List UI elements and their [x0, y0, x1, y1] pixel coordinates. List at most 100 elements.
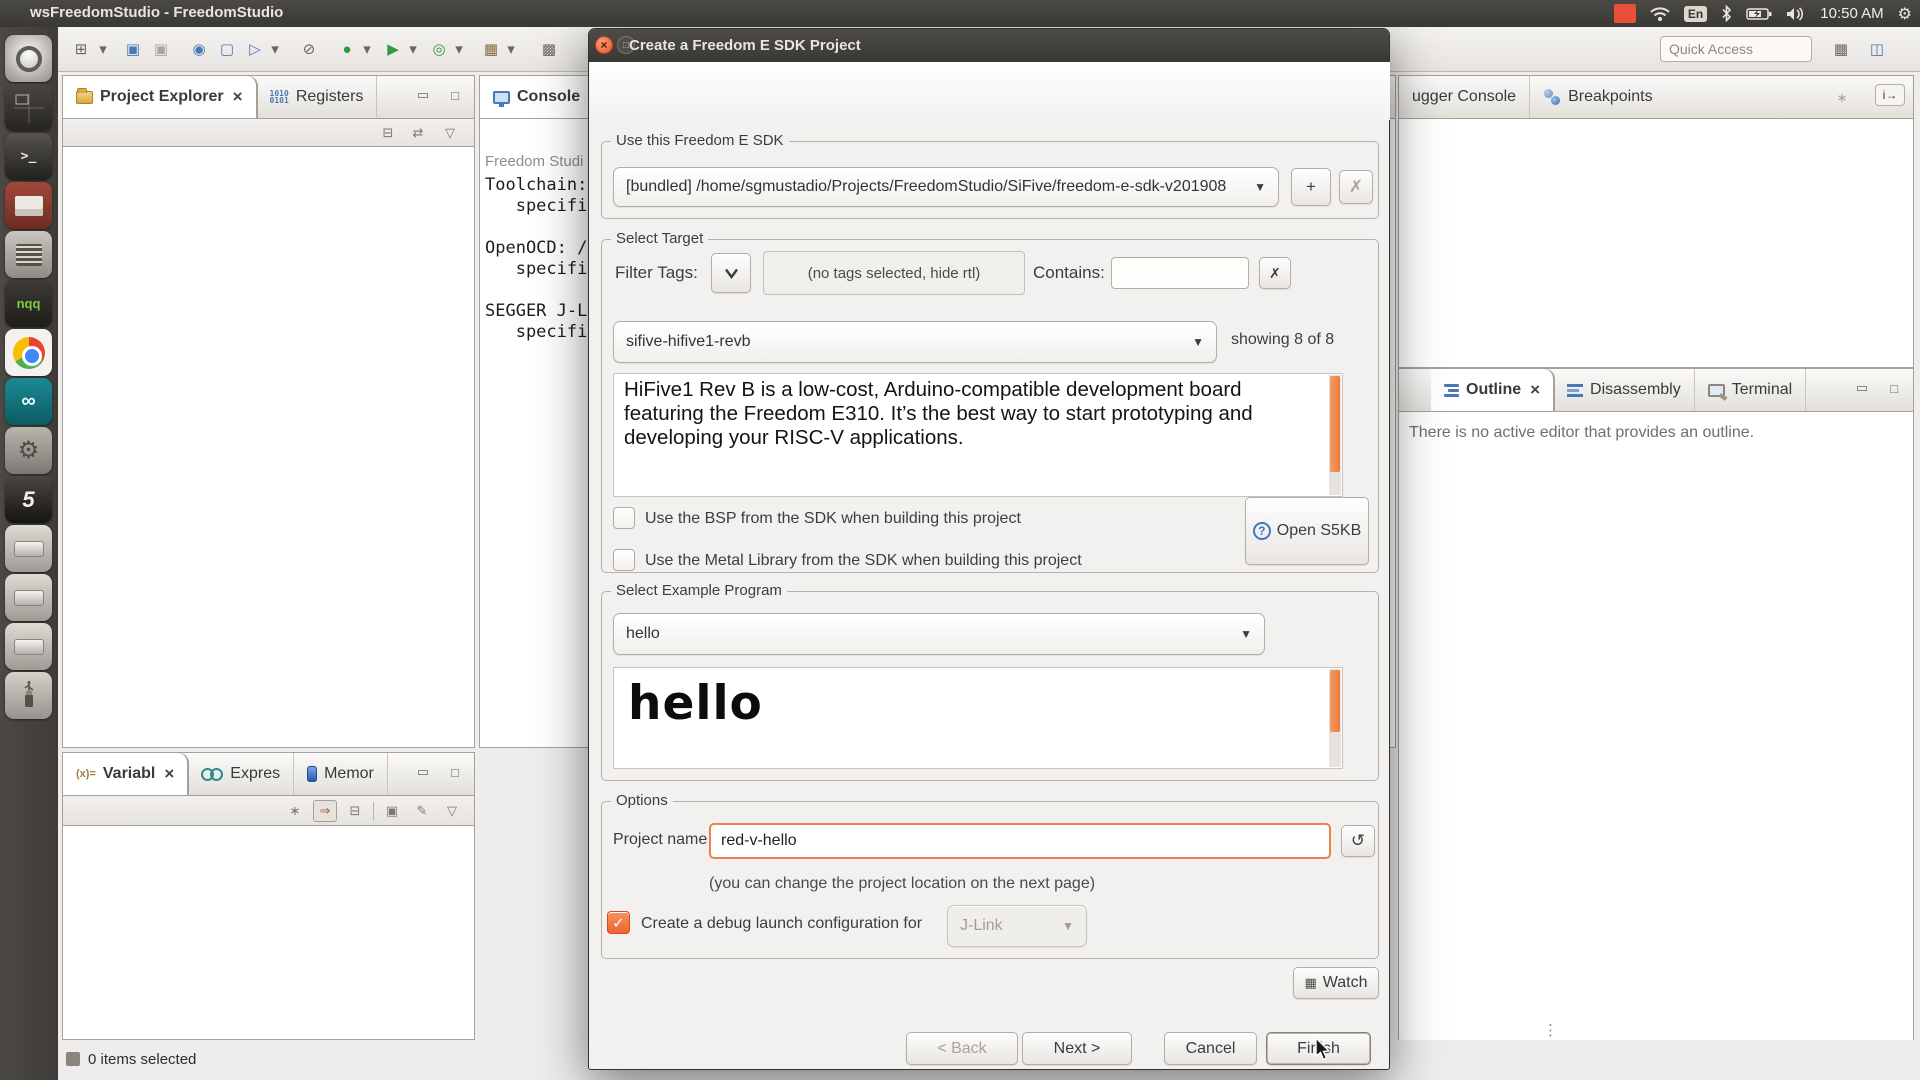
close-tab-icon[interactable]: [162, 764, 174, 784]
dialog-close-icon[interactable]: ×: [595, 36, 613, 54]
debug-launch-checkbox[interactable]: ✓: [607, 911, 630, 934]
skip-breakpoints-icon[interactable]: ⊘: [296, 36, 322, 62]
trim-stack-icon[interactable]: ⋮: [1543, 1021, 1558, 1039]
launcher-usb-drive-icon[interactable]: [5, 672, 52, 719]
description-scrollbar[interactable]: [1329, 375, 1341, 495]
bluetooth-icon[interactable]: [1721, 5, 1732, 22]
launcher-chrome-icon[interactable]: [5, 329, 52, 376]
save-all-icon[interactable]: ▣: [148, 36, 174, 62]
collapse-all-icon[interactable]: ⊟: [376, 122, 400, 144]
clear-filter-button[interactable]: ✗: [1259, 257, 1291, 289]
annotation-icon[interactable]: ▩: [536, 36, 562, 62]
run-config-icon[interactable]: ▷: [242, 36, 268, 62]
launcher-disk-icon[interactable]: [5, 623, 52, 670]
build-dropdown-icon[interactable]: ▾: [504, 36, 518, 62]
tab-variables[interactable]: (x)= Variabl: [63, 753, 188, 795]
breakpoints-list[interactable]: [1398, 119, 1914, 368]
wifi-icon[interactable]: [1650, 6, 1670, 22]
view-menu-icon[interactable]: ▽: [438, 122, 462, 144]
example-combo[interactable]: hello ▼: [613, 613, 1265, 655]
add-sdk-button[interactable]: +: [1291, 168, 1331, 206]
tab-project-explorer[interactable]: Project Explorer: [63, 76, 257, 118]
save-icon[interactable]: ▣: [120, 36, 146, 62]
launcher-notepadqq-icon[interactable]: nqq: [5, 280, 52, 327]
close-tab-icon[interactable]: [231, 87, 243, 107]
project-name-input[interactable]: red-v-hello: [709, 823, 1331, 859]
launch-console-icon[interactable]: ▢: [214, 36, 240, 62]
quick-access-input[interactable]: Quick Access: [1660, 36, 1812, 62]
close-tab-icon[interactable]: [1528, 380, 1540, 400]
sdk-combo[interactable]: [bundled] /home/sgmustadio/Projects/Free…: [613, 167, 1279, 207]
watch-button[interactable]: ▦ Watch: [1293, 967, 1379, 999]
preview-scrollbar[interactable]: [1329, 669, 1341, 767]
target-combo[interactable]: sifive-hifive1-revb ▼: [613, 321, 1217, 363]
minimize-icon[interactable]: ▭: [1851, 377, 1873, 399]
maximize-icon[interactable]: □: [444, 761, 466, 783]
debug-type-combo[interactable]: J-Link ▼: [947, 905, 1087, 947]
example-preview-box[interactable]: hello: [613, 667, 1343, 769]
edit-watch-icon[interactable]: ✎: [410, 800, 434, 822]
profile-icon[interactable]: ◎: [426, 36, 452, 62]
filter-tags-button[interactable]: [711, 253, 751, 293]
show-type-names-icon[interactable]: ∗: [283, 800, 307, 822]
minimize-icon[interactable]: ▭: [412, 761, 434, 783]
new-watch-icon[interactable]: ▣: [380, 800, 404, 822]
maximize-icon[interactable]: □: [444, 84, 466, 106]
skip-all-breakpoints-icon[interactable]: ∗: [1831, 87, 1853, 109]
cancel-button[interactable]: Cancel: [1164, 1032, 1257, 1065]
tab-disassembly[interactable]: Disassembly: [1554, 369, 1695, 411]
collapse-all-icon[interactable]: ⊟: [343, 800, 367, 822]
debug-icon[interactable]: ●: [334, 36, 360, 62]
scrollbar-thumb[interactable]: [1330, 670, 1340, 732]
run-config-dropdown-icon[interactable]: ▾: [268, 36, 282, 62]
launcher-workspace-switcher-icon[interactable]: [5, 84, 52, 131]
dialog-titlebar[interactable]: × □ Create a Freedom E SDK Project: [589, 29, 1389, 62]
launcher-arduino-icon[interactable]: ∞: [5, 378, 52, 425]
maximize-icon[interactable]: □: [1883, 377, 1905, 399]
contains-input[interactable]: [1111, 257, 1249, 289]
new-wizard-icon[interactable]: ⊞: [66, 36, 96, 62]
launcher-disk-icon[interactable]: [5, 525, 52, 572]
project-explorer-tree[interactable]: [62, 147, 475, 748]
keyboard-layout-indicator[interactable]: En: [1684, 6, 1707, 22]
perspective-icon[interactable]: ◫: [1864, 36, 1890, 62]
tab-debugger-console[interactable]: ugger Console: [1399, 76, 1530, 118]
variables-table[interactable]: [62, 826, 475, 1040]
back-button[interactable]: < Back: [906, 1032, 1018, 1065]
new-wizard-dropdown-icon[interactable]: ▾: [96, 36, 110, 62]
clock[interactable]: 10:50 AM: [1820, 5, 1883, 22]
battery-icon[interactable]: [1746, 7, 1772, 21]
indicator-app-icon[interactable]: [1614, 4, 1636, 23]
remove-sdk-button[interactable]: ✗: [1339, 170, 1373, 204]
tab-memory[interactable]: Memor: [294, 753, 388, 795]
next-button[interactable]: Next >: [1022, 1032, 1132, 1065]
bsp-checkbox[interactable]: [613, 507, 635, 529]
show-logical-structure-icon[interactable]: ⇒: [313, 800, 337, 822]
tab-breakpoints[interactable]: Breakpoints: [1530, 76, 1666, 118]
tab-outline[interactable]: Outline: [1431, 369, 1554, 411]
tab-terminal[interactable]: Terminal: [1695, 369, 1806, 411]
link-editor-icon[interactable]: ⇄: [406, 122, 430, 144]
launcher-terminal-icon[interactable]: >_: [5, 133, 52, 180]
open-sskb-button[interactable]: ? Open S5KB: [1245, 497, 1369, 565]
launcher-calculator-icon[interactable]: [5, 231, 52, 278]
tab-registers[interactable]: 10100101 Registers: [257, 76, 378, 118]
run-dropdown-icon[interactable]: ▾: [406, 36, 420, 62]
session-gear-icon[interactable]: ⚙: [1898, 4, 1912, 24]
open-perspective-icon[interactable]: ▦: [1828, 36, 1854, 62]
debug-ui-icon[interactable]: ◉: [186, 36, 212, 62]
instruction-pointer-icon[interactable]: i→: [1875, 84, 1905, 106]
launcher-freedom-studio-icon[interactable]: 5: [5, 476, 52, 523]
launcher-archive-manager-icon[interactable]: [5, 182, 52, 229]
profile-dropdown-icon[interactable]: ▾: [452, 36, 466, 62]
selected-tags-box[interactable]: (no tags selected, hide rtl): [763, 251, 1025, 295]
metal-library-checkbox[interactable]: [613, 549, 635, 571]
launcher-disk-icon[interactable]: [5, 574, 52, 621]
view-menu-icon[interactable]: ▽: [440, 800, 464, 822]
launcher-system-tools-icon[interactable]: ⚙: [5, 427, 52, 474]
scrollbar-thumb[interactable]: [1330, 376, 1340, 472]
launcher-ubuntu-dash-icon[interactable]: [5, 35, 52, 82]
run-icon[interactable]: ▶: [380, 36, 406, 62]
volume-icon[interactable]: [1786, 6, 1806, 22]
tab-expressions[interactable]: Expres: [188, 753, 294, 795]
